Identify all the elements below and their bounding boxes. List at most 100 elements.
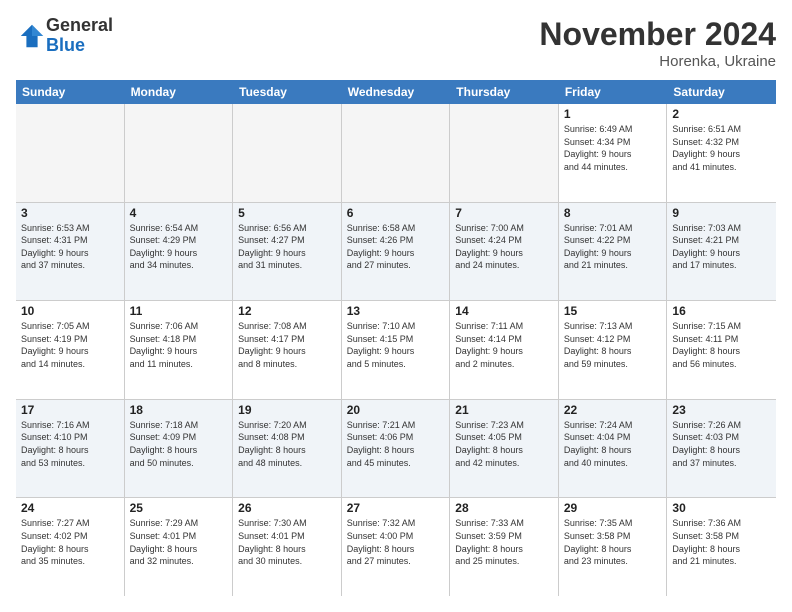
calendar-cell: 3 Sunrise: 6:53 AM Sunset: 4:31 PM Daylig… — [16, 203, 125, 301]
day-info: Sunrise: 7:24 AM Sunset: 4:04 PM Dayligh… — [564, 419, 662, 469]
day-info: Sunrise: 7:08 AM Sunset: 4:17 PM Dayligh… — [238, 320, 336, 370]
day-info: Sunrise: 7:15 AM Sunset: 4:11 PM Dayligh… — [672, 320, 771, 370]
day-number: 15 — [564, 304, 662, 318]
calendar-cell: 21Sunrise: 7:23 AM Sunset: 4:05 PM Dayli… — [450, 400, 559, 498]
day-info: Sunrise: 7:33 AM Sunset: 3:59 PM Dayligh… — [455, 517, 553, 567]
calendar-cell — [125, 104, 234, 202]
header-tuesday: Tuesday — [233, 80, 342, 104]
day-number: 20 — [347, 403, 445, 417]
day-number: 14 — [455, 304, 553, 318]
calendar-cell: 13Sunrise: 7:10 AM Sunset: 4:15 PM Dayli… — [342, 301, 451, 399]
header-friday: Friday — [559, 80, 668, 104]
header-wednesday: Wednesday — [342, 80, 451, 104]
calendar-cell — [450, 104, 559, 202]
calendar-cell: 17Sunrise: 7:16 AM Sunset: 4:10 PM Dayli… — [16, 400, 125, 498]
title-block: November 2024 Horenka, Ukraine — [539, 16, 776, 70]
day-number: 1 — [564, 107, 662, 121]
calendar-row: 17Sunrise: 7:16 AM Sunset: 4:10 PM Dayli… — [16, 400, 776, 499]
calendar-row: 1 Sunrise: 6:49 AM Sunset: 4:34 PM Daylig… — [16, 104, 776, 203]
day-number: 9 — [672, 206, 771, 220]
day-number: 23 — [672, 403, 771, 417]
day-info: Sunrise: 7:35 AM Sunset: 3:58 PM Dayligh… — [564, 517, 662, 567]
calendar-cell — [16, 104, 125, 202]
day-number: 5 — [238, 206, 336, 220]
day-number: 24 — [21, 501, 119, 515]
day-info: Sunrise: 7:30 AM Sunset: 4:01 PM Dayligh… — [238, 517, 336, 567]
day-number: 21 — [455, 403, 553, 417]
calendar-cell: 18 Sunrise: 7:18 AM Sunset: 4:09 PM Dayli… — [125, 400, 234, 498]
logo-icon — [18, 22, 46, 50]
calendar-cell: 26 Sunrise: 7:30 AM Sunset: 4:01 PM Dayli… — [233, 498, 342, 596]
calendar-cell: 2 Sunrise: 6:51 AM Sunset: 4:32 PM Daylig… — [667, 104, 776, 202]
calendar-row: 24 Sunrise: 7:27 AM Sunset: 4:02 PM Dayli… — [16, 498, 776, 596]
day-info: Sunrise: 7:01 AM Sunset: 4:22 PM Dayligh… — [564, 222, 662, 272]
day-number: 11 — [130, 304, 228, 318]
logo-general: General — [46, 15, 113, 35]
day-info: Sunrise: 7:06 AM Sunset: 4:18 PM Dayligh… — [130, 320, 228, 370]
calendar-cell: 14 Sunrise: 7:11 AM Sunset: 4:14 PM Dayli… — [450, 301, 559, 399]
day-number: 18 — [130, 403, 228, 417]
calendar-cell: 22 Sunrise: 7:24 AM Sunset: 4:04 PM Dayli… — [559, 400, 668, 498]
day-info: Sunrise: 7:16 AM Sunset: 4:10 PM Dayligh… — [21, 419, 119, 469]
calendar-body: 1 Sunrise: 6:49 AM Sunset: 4:34 PM Daylig… — [16, 104, 776, 596]
day-info: Sunrise: 7:03 AM Sunset: 4:21 PM Dayligh… — [672, 222, 771, 272]
calendar-cell: 28Sunrise: 7:33 AM Sunset: 3:59 PM Dayli… — [450, 498, 559, 596]
calendar-cell: 30Sunrise: 7:36 AM Sunset: 3:58 PM Dayli… — [667, 498, 776, 596]
header: General Blue November 2024 Horenka, Ukra… — [16, 16, 776, 70]
day-info: Sunrise: 7:18 AM Sunset: 4:09 PM Dayligh… — [130, 419, 228, 469]
day-number: 7 — [455, 206, 553, 220]
calendar-cell: 23 Sunrise: 7:26 AM Sunset: 4:03 PM Dayli… — [667, 400, 776, 498]
calendar-cell: 6Sunrise: 6:58 AM Sunset: 4:26 PM Daylig… — [342, 203, 451, 301]
day-number: 2 — [672, 107, 771, 121]
calendar-row: 10Sunrise: 7:05 AM Sunset: 4:19 PM Dayli… — [16, 301, 776, 400]
day-number: 16 — [672, 304, 771, 318]
calendar-cell — [342, 104, 451, 202]
day-info: Sunrise: 7:00 AM Sunset: 4:24 PM Dayligh… — [455, 222, 553, 272]
header-saturday: Saturday — [667, 80, 776, 104]
calendar: Sunday Monday Tuesday Wednesday Thursday… — [16, 80, 776, 596]
calendar-cell: 25Sunrise: 7:29 AM Sunset: 4:01 PM Dayli… — [125, 498, 234, 596]
day-info: Sunrise: 6:56 AM Sunset: 4:27 PM Dayligh… — [238, 222, 336, 272]
calendar-cell: 1 Sunrise: 6:49 AM Sunset: 4:34 PM Daylig… — [559, 104, 668, 202]
header-monday: Monday — [125, 80, 234, 104]
day-number: 30 — [672, 501, 771, 515]
location-subtitle: Horenka, Ukraine — [539, 53, 776, 70]
day-number: 12 — [238, 304, 336, 318]
day-info: Sunrise: 7:26 AM Sunset: 4:03 PM Dayligh… — [672, 419, 771, 469]
calendar-cell: 8Sunrise: 7:01 AM Sunset: 4:22 PM Daylig… — [559, 203, 668, 301]
calendar-cell: 24 Sunrise: 7:27 AM Sunset: 4:02 PM Dayli… — [16, 498, 125, 596]
day-info: Sunrise: 6:51 AM Sunset: 4:32 PM Dayligh… — [672, 123, 771, 173]
calendar-cell: 16 Sunrise: 7:15 AM Sunset: 4:11 PM Dayli… — [667, 301, 776, 399]
day-info: Sunrise: 7:21 AM Sunset: 4:06 PM Dayligh… — [347, 419, 445, 469]
day-number: 27 — [347, 501, 445, 515]
day-info: Sunrise: 6:49 AM Sunset: 4:34 PM Dayligh… — [564, 123, 662, 173]
calendar-cell: 19 Sunrise: 7:20 AM Sunset: 4:08 PM Dayli… — [233, 400, 342, 498]
day-number: 3 — [21, 206, 119, 220]
day-number: 22 — [564, 403, 662, 417]
calendar-cell: 10Sunrise: 7:05 AM Sunset: 4:19 PM Dayli… — [16, 301, 125, 399]
day-info: Sunrise: 6:54 AM Sunset: 4:29 PM Dayligh… — [130, 222, 228, 272]
month-title: November 2024 — [539, 16, 776, 53]
header-thursday: Thursday — [450, 80, 559, 104]
calendar-cell: 15Sunrise: 7:13 AM Sunset: 4:12 PM Dayli… — [559, 301, 668, 399]
calendar-header: Sunday Monday Tuesday Wednesday Thursday… — [16, 80, 776, 104]
day-info: Sunrise: 6:53 AM Sunset: 4:31 PM Dayligh… — [21, 222, 119, 272]
calendar-cell: 12 Sunrise: 7:08 AM Sunset: 4:17 PM Dayli… — [233, 301, 342, 399]
calendar-cell: 9 Sunrise: 7:03 AM Sunset: 4:21 PM Daylig… — [667, 203, 776, 301]
calendar-cell: 27Sunrise: 7:32 AM Sunset: 4:00 PM Dayli… — [342, 498, 451, 596]
day-number: 26 — [238, 501, 336, 515]
day-info: Sunrise: 7:11 AM Sunset: 4:14 PM Dayligh… — [455, 320, 553, 370]
day-info: Sunrise: 7:20 AM Sunset: 4:08 PM Dayligh… — [238, 419, 336, 469]
page: General Blue November 2024 Horenka, Ukra… — [0, 0, 792, 612]
day-number: 19 — [238, 403, 336, 417]
day-info: Sunrise: 7:05 AM Sunset: 4:19 PM Dayligh… — [21, 320, 119, 370]
day-number: 4 — [130, 206, 228, 220]
logo: General Blue — [16, 16, 113, 56]
logo-blue: Blue — [46, 35, 85, 55]
day-number: 25 — [130, 501, 228, 515]
calendar-cell: 4 Sunrise: 6:54 AM Sunset: 4:29 PM Daylig… — [125, 203, 234, 301]
day-info: Sunrise: 6:58 AM Sunset: 4:26 PM Dayligh… — [347, 222, 445, 272]
calendar-cell: 7 Sunrise: 7:00 AM Sunset: 4:24 PM Daylig… — [450, 203, 559, 301]
day-info: Sunrise: 7:27 AM Sunset: 4:02 PM Dayligh… — [21, 517, 119, 567]
calendar-cell — [233, 104, 342, 202]
